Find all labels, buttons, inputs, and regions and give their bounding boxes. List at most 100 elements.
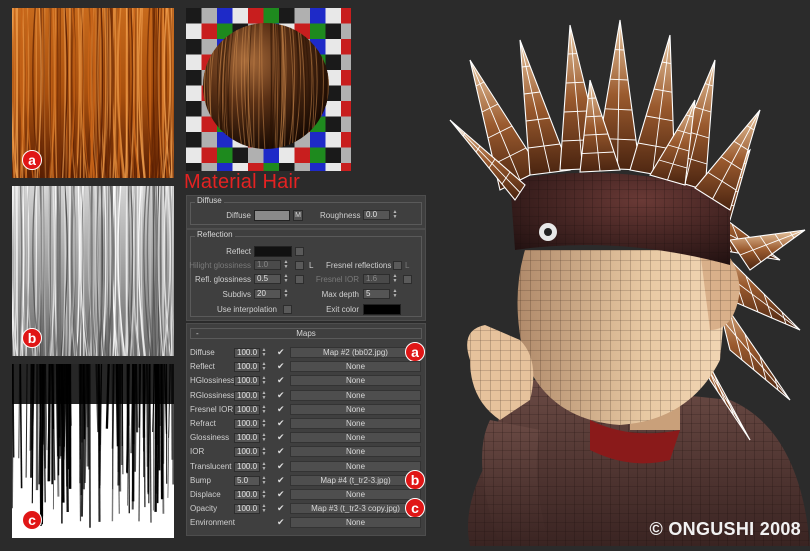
map-slot-button[interactable]: None — [290, 375, 421, 386]
map-amount-spinner[interactable]: ▲▼ — [261, 504, 267, 514]
hilight-glossiness-field[interactable]: 1.0 — [254, 260, 281, 270]
map-enable-checkbox[interactable]: ✔ — [277, 476, 286, 485]
map-enable-checkbox[interactable]: ✔ — [277, 391, 286, 400]
fresnel-ior-field[interactable]: 1.6 — [363, 274, 390, 284]
refl-gloss-map-button[interactable] — [295, 275, 304, 284]
refl-glossiness-spinner[interactable]: ▲▼ — [283, 274, 289, 284]
map-row-label: Reflect — [190, 362, 215, 371]
map-slot-button[interactable]: None — [290, 418, 421, 429]
map-amount-spinner[interactable]: ▲▼ — [261, 348, 267, 358]
map-row-fresnel-ior: Fresnel IOR100.0▲▼✔None — [187, 403, 425, 417]
map-row-diffuse: Diffuse100.0▲▼✔Map #2 (bb02.jpg)a — [187, 346, 425, 360]
roughness-label: Roughness — [320, 211, 360, 220]
map-row-label: Environment — [190, 518, 235, 527]
reflection-group-title: Reflection — [195, 230, 235, 239]
use-interpolation-checkbox[interactable] — [283, 305, 292, 314]
map-enable-checkbox[interactable]: ✔ — [277, 490, 286, 499]
fresnel-ior-spinner[interactable]: ▲▼ — [392, 274, 398, 284]
map-enable-checkbox[interactable]: ✔ — [277, 376, 286, 385]
subdivs-label: Subdivs — [189, 290, 251, 299]
map-amount-field[interactable]: 100.0 — [234, 504, 260, 514]
roughness-field[interactable]: 0.0 — [363, 210, 390, 220]
texture-opacity-hair: c — [12, 364, 174, 538]
texture-diffuse-hair: a — [12, 8, 174, 178]
map-amount-spinner[interactable]: ▲▼ — [261, 391, 267, 401]
map-amount-spinner[interactable]: ▲▼ — [261, 433, 267, 443]
map-slot-button[interactable]: None — [290, 461, 421, 472]
fresnel-ior-map-button[interactable] — [403, 275, 412, 284]
map-enable-checkbox[interactable]: ✔ — [277, 447, 286, 456]
hilight-map-button[interactable] — [295, 261, 304, 270]
map-amount-field[interactable]: 100.0 — [234, 376, 260, 386]
map-slot-button[interactable]: None — [290, 390, 421, 401]
map-row-label: Refract — [190, 419, 216, 428]
map-amount-spinner[interactable]: ▲▼ — [261, 405, 267, 415]
map-slot-button[interactable]: None — [290, 446, 421, 457]
map-slot-button[interactable]: None — [290, 489, 421, 500]
hilight-glossiness-label: Hilight glossiness — [189, 261, 251, 270]
map-row-label: HGlossiness — [190, 376, 235, 385]
maps-collapse-toggle[interactable]: - — [196, 329, 199, 338]
map-row-label: IOR — [190, 447, 204, 456]
exit-color-swatch[interactable] — [363, 304, 401, 315]
fresnel-reflections-checkbox[interactable] — [393, 261, 402, 270]
diffuse-map-button[interactable]: M — [293, 210, 303, 221]
maps-rollout-header[interactable]: - Maps — [190, 328, 422, 339]
map-enable-checkbox[interactable]: ✔ — [277, 362, 286, 371]
roughness-spinner[interactable]: ▲▼ — [392, 210, 398, 220]
map-row-ior: IOR 100.0▲▼ ✔ None — [187, 445, 425, 459]
map-row-label: Opacity — [190, 504, 217, 513]
map-slot-button[interactable]: None — [290, 432, 421, 443]
map-amount-spinner[interactable]: ▲▼ — [261, 419, 267, 429]
map-amount-spinner[interactable]: ▲▼ — [261, 376, 267, 386]
map-amount-field[interactable]: 100.0 — [234, 391, 260, 401]
map-amount-field[interactable]: 100.0 — [234, 490, 260, 500]
map-enable-checkbox[interactable]: ✔ — [277, 462, 286, 471]
subdivs-field[interactable]: 20 — [254, 289, 281, 299]
hilight-glossiness-spinner[interactable]: ▲▼ — [283, 260, 289, 270]
reflect-map-button[interactable] — [295, 247, 304, 256]
map-row-displace: Displace100.0▲▼✔None — [187, 488, 425, 502]
map-slot-button[interactable]: Map #4 (t_tr2-3.jpg) — [290, 475, 421, 486]
map-amount-spinner[interactable]: ▲▼ — [261, 447, 267, 457]
exit-color-label: Exit color — [307, 305, 359, 314]
map-row-reflect: Reflect 100.0▲▼ ✔ None — [187, 360, 425, 374]
map-amount-spinner[interactable]: ▲▼ — [261, 462, 267, 472]
maps-title: Maps — [296, 329, 316, 338]
map-slot-button[interactable]: None — [290, 361, 421, 372]
map-slot-button[interactable]: None — [290, 404, 421, 415]
map-amount-field[interactable]: 5.0 — [234, 476, 260, 486]
fresnel-lock-label[interactable]: L — [405, 261, 409, 270]
use-interpolation-label: Use interpolation — [189, 305, 277, 314]
map-amount-spinner[interactable]: ▲▼ — [261, 476, 267, 486]
refl-glossiness-field[interactable]: 0.5 — [254, 274, 281, 284]
map-amount-field[interactable]: 100.0 — [234, 447, 260, 457]
hilight-lock-label[interactable]: L — [309, 261, 313, 270]
diffuse-color-swatch[interactable] — [254, 210, 290, 221]
map-badge-a: a — [405, 342, 425, 362]
map-slot-button[interactable]: Map #2 (bb02.jpg) — [290, 347, 421, 358]
map-amount-spinner[interactable]: ▲▼ — [261, 490, 267, 500]
fresnel-reflections-label: Fresnel reflections — [326, 261, 391, 270]
map-amount-field[interactable]: 100.0 — [234, 362, 260, 372]
fresnel-ior-label: Fresnel IOR — [307, 275, 359, 284]
map-row-label: Bump — [190, 476, 211, 485]
map-enable-checkbox[interactable]: ✔ — [277, 518, 286, 527]
max-depth-spinner[interactable]: ▲▼ — [392, 289, 398, 299]
map-enable-checkbox[interactable]: ✔ — [277, 348, 286, 357]
max-depth-field[interactable]: 5 — [363, 289, 390, 299]
map-amount-spinner[interactable]: ▲▼ — [261, 362, 267, 372]
map-enable-checkbox[interactable]: ✔ — [277, 504, 286, 513]
map-amount-field[interactable]: 100.0 — [234, 462, 260, 472]
reflect-color-swatch[interactable] — [254, 246, 292, 257]
map-enable-checkbox[interactable]: ✔ — [277, 419, 286, 428]
map-amount-field[interactable]: 100.0 — [234, 405, 260, 415]
map-amount-field[interactable]: 100.0 — [234, 433, 260, 443]
map-slot-button[interactable]: None — [290, 517, 421, 528]
map-enable-checkbox[interactable]: ✔ — [277, 433, 286, 442]
map-amount-field[interactable]: 100.0 — [234, 419, 260, 429]
subdivs-spinner[interactable]: ▲▼ — [283, 289, 289, 299]
map-slot-button[interactable]: Map #3 (t_tr2-3 copy.jpg) — [290, 503, 421, 514]
map-enable-checkbox[interactable]: ✔ — [277, 405, 286, 414]
map-amount-field[interactable]: 100.0 — [234, 348, 260, 358]
